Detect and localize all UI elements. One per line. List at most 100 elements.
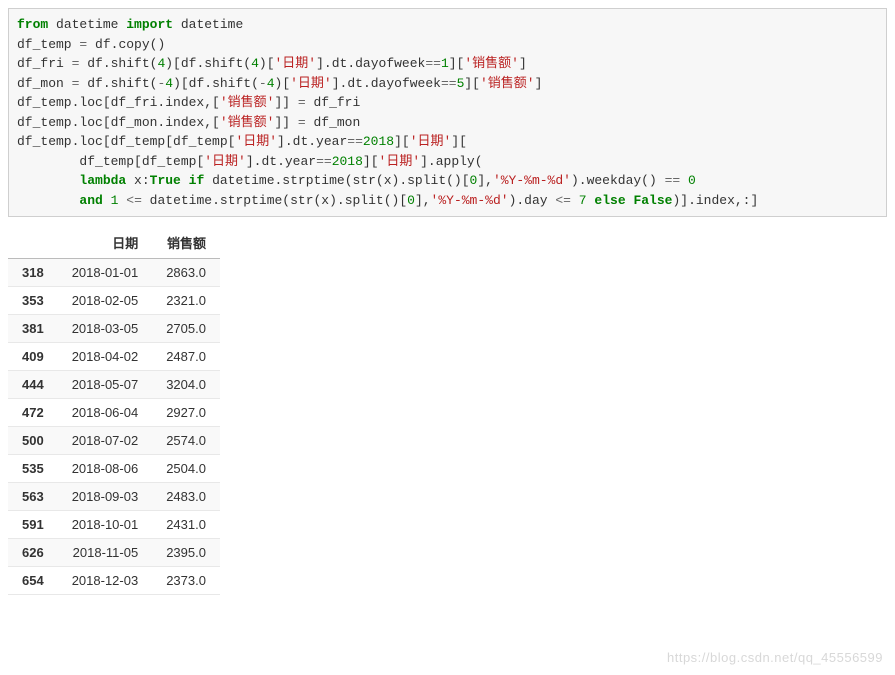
col-header-sales: 销售额 [152, 227, 220, 259]
code-text: df.shift( [79, 56, 157, 71]
code-text: df_temp.loc[df_fri.index,[ [17, 95, 220, 110]
code-text: datetime [173, 17, 243, 32]
row-index: 500 [8, 427, 58, 455]
code-text: ][ [449, 56, 465, 71]
code-text: datetime [48, 17, 126, 32]
code-text: datetime.strptime(str(x).split()[ [142, 193, 407, 208]
op: == [347, 134, 363, 149]
output-dataframe: 日期 销售额 3182018-01-012863.03532018-02-052… [8, 227, 220, 595]
cell-date: 2018-12-03 [58, 567, 153, 595]
cell-date: 2018-02-05 [58, 287, 153, 315]
row-index: 654 [8, 567, 58, 595]
cell-sales: 2863.0 [152, 259, 220, 287]
code-text: ][ [363, 154, 379, 169]
code-text: df_fri [17, 56, 72, 71]
row-index: 409 [8, 343, 58, 371]
sp [103, 193, 111, 208]
code-text: ]] [274, 95, 297, 110]
cell-sales: 2927.0 [152, 399, 220, 427]
sp [680, 173, 688, 188]
cell-sales: 2487.0 [152, 343, 220, 371]
table-row: 3812018-03-052705.0 [8, 315, 220, 343]
num: 4 [267, 76, 275, 91]
code-text: )].index,:] [672, 193, 758, 208]
table-row: 5002018-07-022574.0 [8, 427, 220, 455]
code-text: ] [535, 76, 543, 91]
kw-and: and [79, 193, 102, 208]
pad [17, 173, 79, 188]
op: == [665, 173, 681, 188]
cell-sales: 2431.0 [152, 511, 220, 539]
code-text: )[df.shift( [165, 56, 251, 71]
code-text: ).day [509, 193, 556, 208]
cell-date: 2018-07-02 [58, 427, 153, 455]
cell-date: 2018-05-07 [58, 371, 153, 399]
code-text: )[ [275, 76, 291, 91]
kw-false: False [633, 193, 672, 208]
code-text: df_temp[df_temp[ [79, 154, 204, 169]
code-text: ].dt.year [246, 154, 316, 169]
str: '销售额' [480, 76, 535, 91]
op: <= [126, 193, 142, 208]
table-row: 4442018-05-073204.0 [8, 371, 220, 399]
num: 4 [251, 56, 259, 71]
table-row: 4092018-04-022487.0 [8, 343, 220, 371]
kw-else: else [594, 193, 625, 208]
code-text: ).weekday() [571, 173, 665, 188]
pad [17, 154, 79, 169]
str: '日期' [204, 154, 246, 169]
code-text: datetime.strptime(str(x).split()[ [204, 173, 469, 188]
kw-lambda: lambda [79, 173, 126, 188]
code-text: df_temp [17, 37, 79, 52]
row-index: 563 [8, 483, 58, 511]
row-index: 535 [8, 455, 58, 483]
code-cell: from datetime import datetime df_temp = … [8, 8, 887, 217]
num: 0 [688, 173, 696, 188]
num: 2018 [363, 134, 394, 149]
code-text: df_fri [306, 95, 361, 110]
op: = [298, 95, 306, 110]
op: == [316, 154, 332, 169]
cell-sales: 2373.0 [152, 567, 220, 595]
num: 7 [579, 193, 587, 208]
pad [17, 193, 79, 208]
code-text: df_mon [17, 76, 72, 91]
cell-date: 2018-08-06 [58, 455, 153, 483]
code-text: ].apply( [420, 154, 482, 169]
code-text: df_mon [306, 115, 361, 130]
row-index: 591 [8, 511, 58, 539]
row-index: 353 [8, 287, 58, 315]
code-text: )[ [259, 56, 275, 71]
index-header [8, 227, 58, 259]
cell-sales: 2321.0 [152, 287, 220, 315]
str: '销售额' [220, 95, 275, 110]
cell-sales: 2574.0 [152, 427, 220, 455]
num: 1 [441, 56, 449, 71]
col-header-date: 日期 [58, 227, 153, 259]
code-text: ], [477, 173, 493, 188]
str: '日期' [275, 56, 317, 71]
str: '销售额' [464, 56, 519, 71]
table-row: 5912018-10-012431.0 [8, 511, 220, 539]
str: '日期' [410, 134, 452, 149]
code-text: df.shift( [79, 76, 157, 91]
table-header-row: 日期 销售额 [8, 227, 220, 259]
row-index: 472 [8, 399, 58, 427]
cell-date: 2018-03-05 [58, 315, 153, 343]
code-text: df_temp.loc[df_temp[df_temp[ [17, 134, 235, 149]
cell-date: 2018-10-01 [58, 511, 153, 539]
str: '销售额' [220, 115, 275, 130]
code-text: ][ [394, 134, 410, 149]
table-row: 5632018-09-032483.0 [8, 483, 220, 511]
cell-sales: 2483.0 [152, 483, 220, 511]
code-text [181, 173, 189, 188]
cell-date: 2018-09-03 [58, 483, 153, 511]
table-row: 3532018-02-052321.0 [8, 287, 220, 315]
table-row: 4722018-06-042927.0 [8, 399, 220, 427]
cell-date: 2018-11-05 [58, 539, 153, 567]
code-text: x: [126, 173, 149, 188]
cell-sales: 2504.0 [152, 455, 220, 483]
str: '%Y-%m-%d' [493, 173, 571, 188]
table-row: 3182018-01-012863.0 [8, 259, 220, 287]
table-row: 5352018-08-062504.0 [8, 455, 220, 483]
